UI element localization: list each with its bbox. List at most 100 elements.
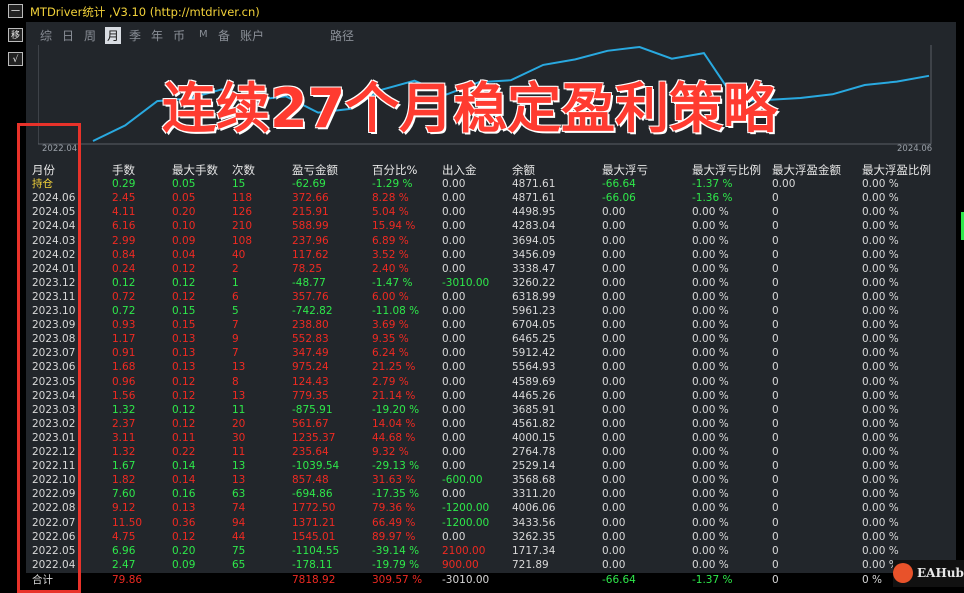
tab-account[interactable]: 账户 [240,27,264,44]
cell-balance: 6465.25 [512,333,556,346]
header-max-float-loss-pct: 最大浮亏比例 [692,163,761,177]
cell-percent: 9.32 % [372,446,409,458]
table-row: 2024.01 0.24 0.12 2 78.25 2.40 % 0.00 3338.47 0.… [26,262,956,276]
tab-quarter[interactable]: 季 [129,27,141,44]
tab-year[interactable]: 年 [151,27,163,44]
cell-max-float-loss-pct: 0.00 % [692,389,729,402]
cell-max-float-loss-pct: 0.00 % [692,516,729,529]
cell-max-float-profit-pct: 0.00 % [862,530,899,543]
cell-max-float-profit-pct: 0.00 % [862,333,899,346]
cell-count: 40 [232,248,246,261]
cell-pnl: 372.66 [292,192,329,205]
cell-percent: 21.14 % [372,389,416,402]
cell-deposit: 0.00 [442,178,466,191]
move-button[interactable]: 移 [8,28,23,42]
table-row: 2022.07 11.50 0.36 94 1371.21 66.49 % -1200.00… [26,516,956,530]
header-percent: 百分比% [372,163,418,177]
cell-max-float-profit-pct: 0.00 % [862,474,899,487]
tab-overview[interactable]: 综 [40,27,52,44]
tab-note[interactable]: 备 [218,27,230,44]
cell-deposit: -3010.00 [442,276,490,289]
cell-max-float-profit-pct: 0 % [862,573,882,586]
cell-percent: 8.28 % [372,192,409,205]
cell-percent: -19.79 % [372,558,420,571]
cell-deposit: 0.00 [442,262,466,275]
cell-deposit: -1200.00 [442,516,490,529]
tab-currency[interactable]: 币 [173,27,185,44]
cell-max-float-loss-pct: 0.00 % [692,474,729,487]
checkmark-button[interactable]: √ [8,52,23,66]
cell-lots: 1.67 [112,460,136,473]
tab-path[interactable]: 路径 [330,27,354,44]
table-row: 2023.12 0.12 0.12 1 -48.77 -1.47 % -3010.00 326… [26,276,956,290]
cell-max-float-profit-pct: 0.00 % [862,206,899,219]
promo-headline: 连续27个月稳定盈利策略 [162,77,778,140]
cell-max-float-profit: 0 [772,206,779,219]
tab-month[interactable]: 月 [105,27,122,44]
cell-max-float-loss: 0.00 [602,206,626,219]
cell-percent: 6.00 % [372,290,409,303]
table-row: 2022.04 2.47 0.09 65 -178.11 -19.79 % 900.00 72… [26,558,956,572]
cell-balance: 6318.99 [512,290,556,303]
cell-max-float-loss-pct: 0.00 % [692,446,729,458]
cell-lots: 2.37 [112,417,136,430]
cell-max-float-profit-pct: 0.00 % [862,544,899,557]
cell-max-float-loss-pct: 0.00 % [692,319,729,332]
table-row: 2023.10 0.72 0.15 5 -742.82 -11.08 % 0.00 5961.… [26,304,956,318]
cell-max-float-loss: 0.00 [602,319,626,332]
table-row: 2023.09 0.93 0.15 7 238.80 3.69 % 0.00 6704.05 0… [26,318,956,332]
cell-balance: 4283.04 [512,220,556,233]
cell-max-float-profit: 0 [772,375,779,388]
cell-max-lots: 0.14 [172,474,196,487]
tab-week[interactable]: 周 [84,27,96,44]
cell-pnl: 1772.50 [292,502,336,515]
cell-pnl: 552.83 [292,333,329,346]
cell-lots: 3.11 [112,431,136,444]
cell-percent: -17.35 % [372,488,420,501]
table-row: 2023.02 2.37 0.12 20 561.67 14.04 % 0.00 4561.8… [26,417,956,431]
cell-balance: 6704.05 [512,319,556,332]
cell-count: 94 [232,516,246,529]
cell-max-float-profit: 0.00 [772,178,796,191]
cell-max-float-loss-pct: 0.00 % [692,276,729,289]
cell-pnl: -742.82 [292,305,333,317]
tab-day[interactable]: 日 [62,27,74,44]
cell-deposit: 0.00 [442,347,466,360]
cell-percent: 6.89 % [372,234,409,247]
cell-percent: 14.04 % [372,417,416,430]
tab-m[interactable]: M [199,29,208,40]
cell-max-float-profit: 0 [772,431,779,444]
cell-max-float-loss: 0.00 [602,488,626,501]
cell-max-float-loss-pct: 0.00 % [692,431,729,444]
cell-percent: -1.47 % [372,276,413,289]
cell-balance: 4871.61 [512,192,556,205]
cell-balance: 3433.56 [512,516,556,529]
cell-max-float-profit-pct: 0.00 % [862,417,899,430]
cell-max-float-profit: 0 [772,319,779,332]
cell-max-float-profit-pct: 0.00 % [862,290,899,303]
cell-balance: 4871.61 [512,178,556,191]
cell-max-float-profit-pct: 0.00 % [862,178,899,191]
cell-deposit: 0.00 [442,488,466,501]
cell-max-float-profit-pct: 0.00 % [862,220,899,233]
header-balance: 余额 [512,163,535,177]
cell-pnl: 78.25 [292,262,323,275]
cell-max-float-loss-pct: 0.00 % [692,333,729,346]
cell-pnl: 357.76 [292,290,329,303]
cell-count: 15 [232,178,246,191]
cell-pnl: -875.91 [292,403,333,416]
cell-count: 2 [232,262,239,275]
cell-deposit: -600.00 [442,474,483,487]
cell-lots: 1.17 [112,333,136,346]
cell-lots: 2.47 [112,558,136,571]
cell-balance: 4561.82 [512,417,556,430]
cell-max-float-loss-pct: 0.00 % [692,488,729,501]
cell-max-float-loss-pct: 0.00 % [692,558,729,571]
cell-percent: -29.13 % [372,460,420,473]
cell-lots: 2.99 [112,234,136,247]
cell-lots: 0.72 [112,305,136,317]
cell-max-float-profit-pct: 0.00 % [862,460,899,473]
minimize-button[interactable]: 一 [8,4,23,18]
cell-count: 118 [232,192,253,205]
cell-max-float-loss-pct: 0.00 % [692,460,729,473]
